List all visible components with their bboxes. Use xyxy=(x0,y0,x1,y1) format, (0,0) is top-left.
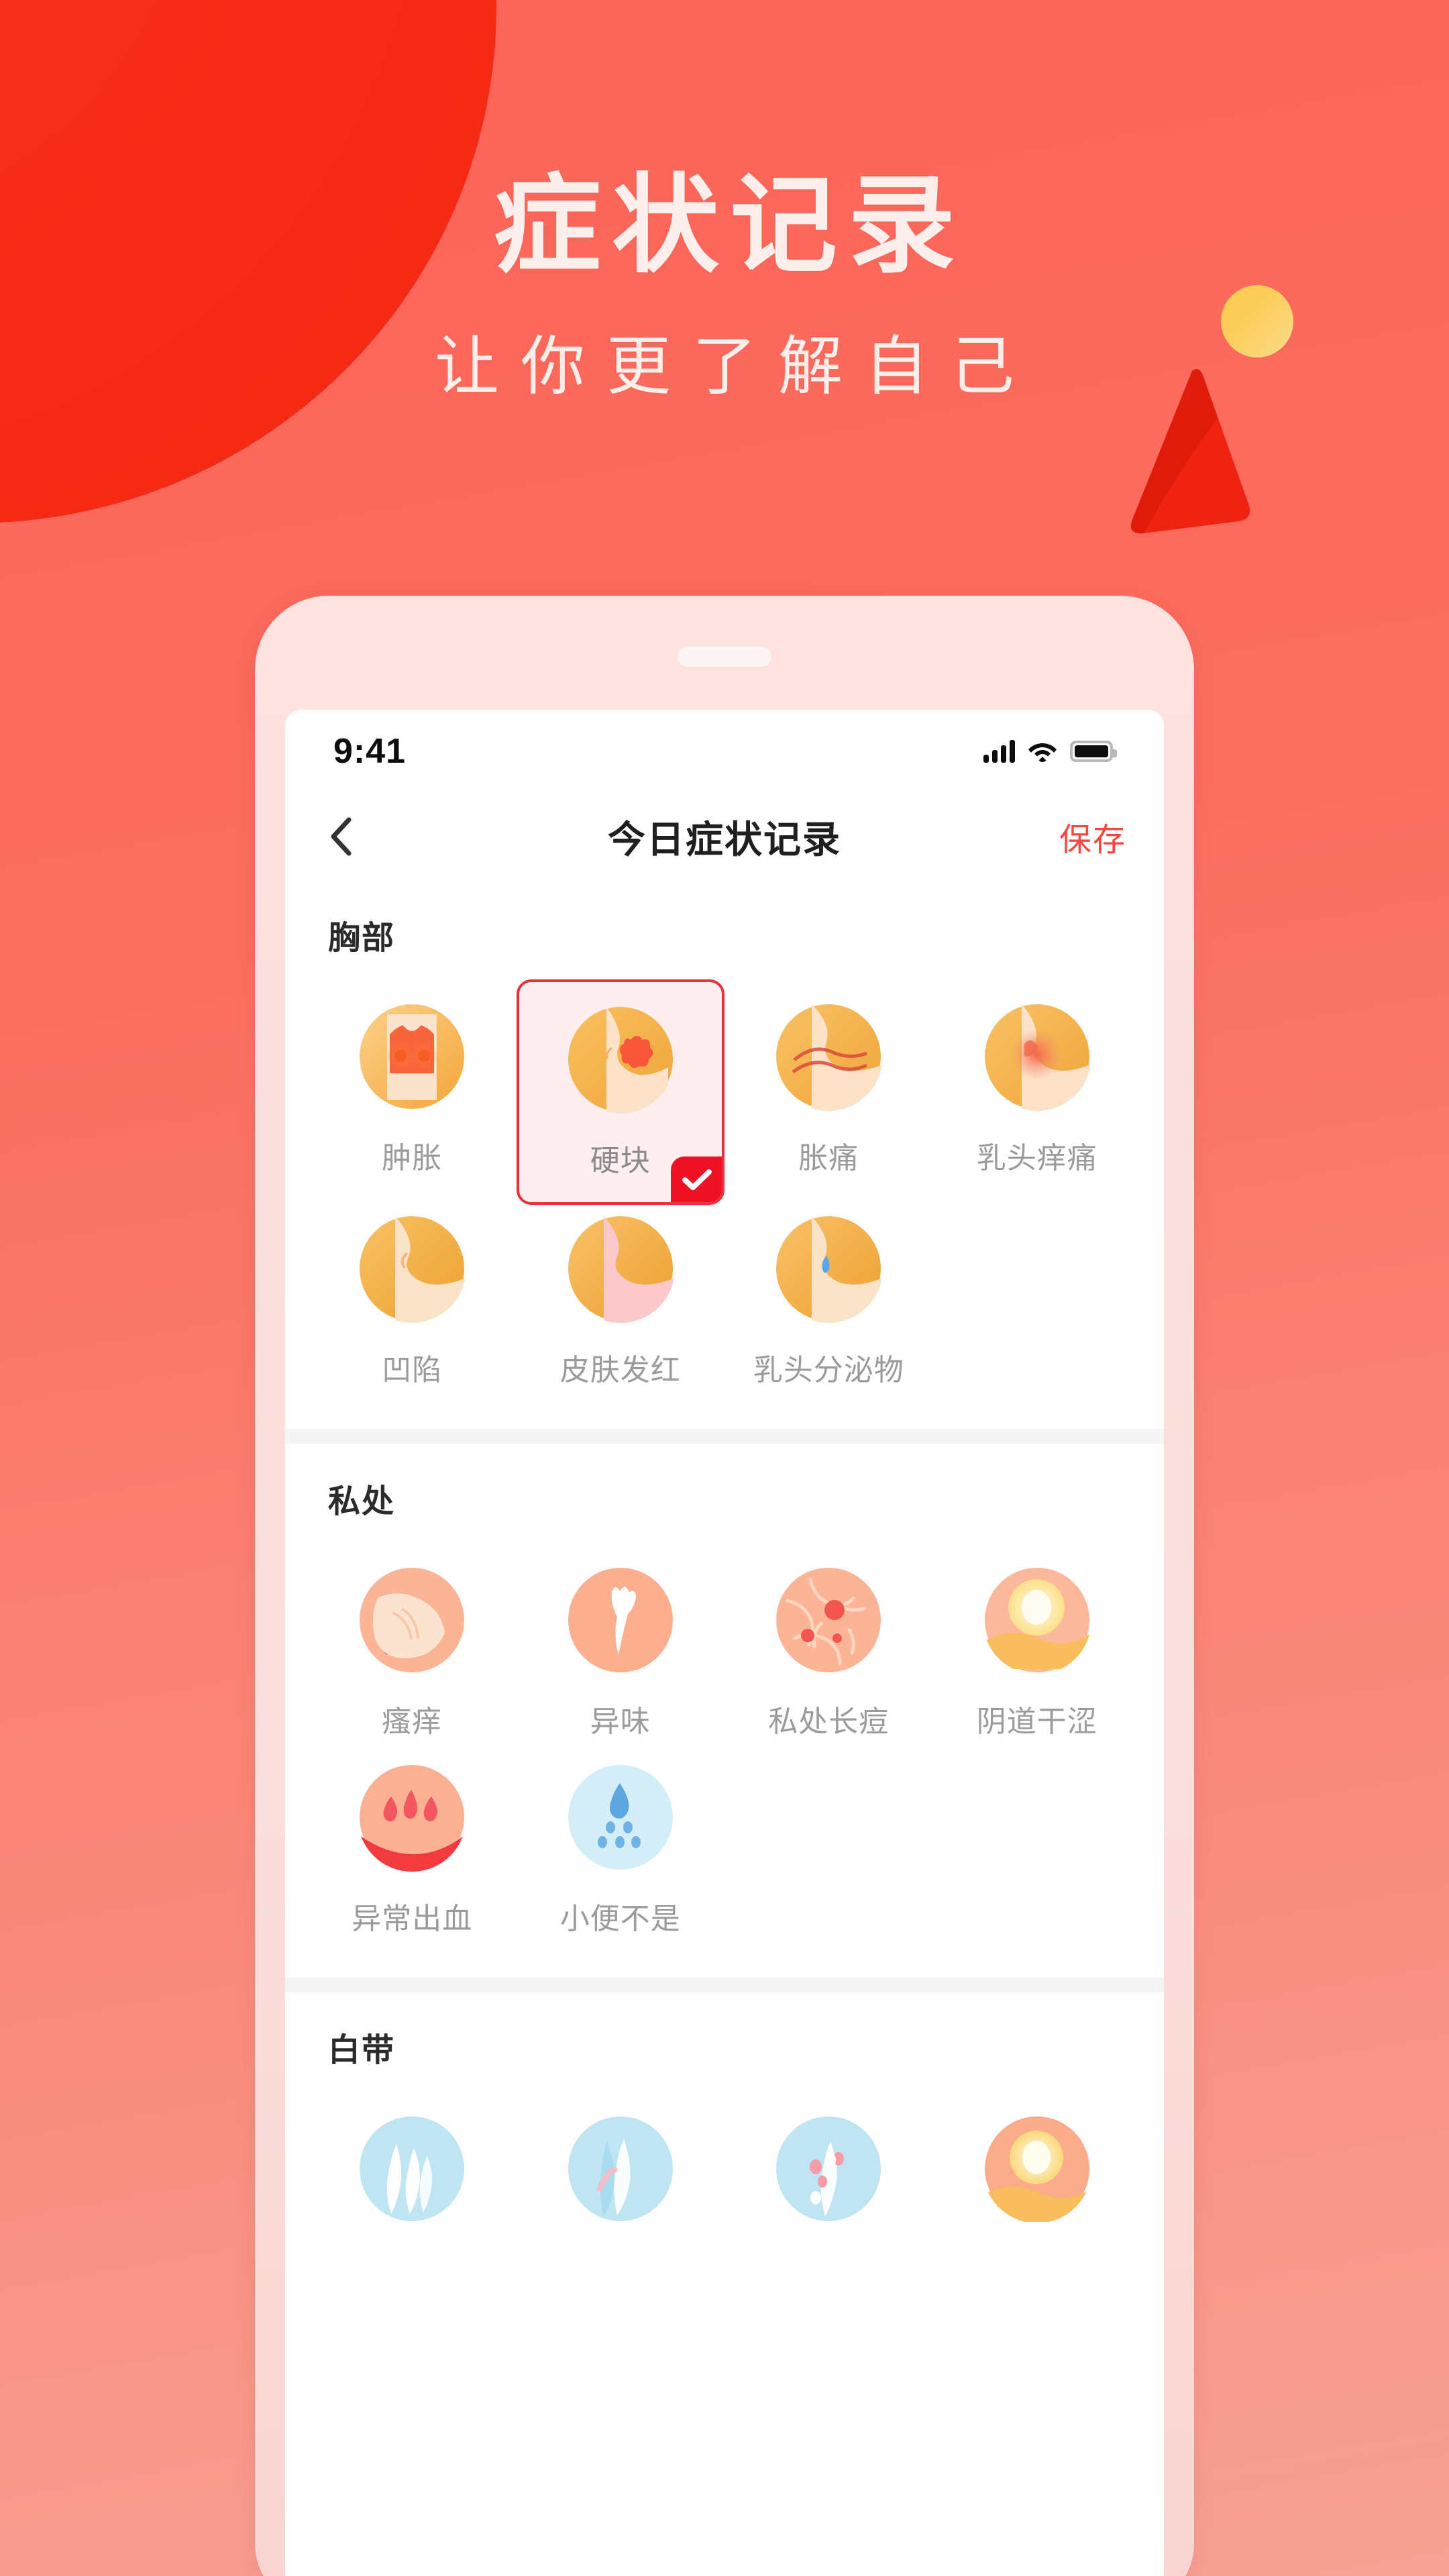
section-title-discharge: 白带 xyxy=(328,2033,396,2068)
symptom-content: 胸部 肿胀 硬块 胀痛 乳头痒痛 凹陷 皮肤发红 乳头分泌物 私处 瘙痒 异味 … xyxy=(285,880,1164,2246)
symptom-item-skin-redness[interactable]: 皮肤发红 xyxy=(517,1205,725,1402)
symptom-cell-empty xyxy=(933,1754,1142,1951)
discharge-yellow-icon xyxy=(983,2114,1091,2223)
symptom-item-swelling[interactable]: 肿胀 xyxy=(308,993,517,1205)
symptom-label: 阴道干涩 xyxy=(976,1705,1097,1738)
torso-swelling-icon xyxy=(358,1002,466,1111)
breast-lump-icon xyxy=(566,1005,675,1114)
symptom-item-discharge-yellow[interactable] xyxy=(933,2105,1142,2246)
abnormal-bleeding-icon xyxy=(358,1763,466,1872)
symptom-item-dimple[interactable]: 凹陷 xyxy=(308,1205,517,1402)
section-chest: 胸部 肿胀 硬块 胀痛 乳头痒痛 凹陷 皮肤发红 乳头分泌物 xyxy=(285,880,1164,1429)
save-button[interactable]: 保存 xyxy=(1059,813,1126,860)
genital-acne-icon xyxy=(774,1566,883,1674)
symptom-item-tightness[interactable]: 胀痛 xyxy=(724,993,933,1205)
symptom-item-discharge-stringy[interactable] xyxy=(517,2105,725,2246)
urination-issue-icon xyxy=(566,1763,675,1872)
nav-bar: 今日症状记录 保存 xyxy=(285,793,1164,880)
discharge-white-icon xyxy=(358,2114,466,2223)
symptom-cell-empty xyxy=(724,1754,933,1951)
odor-icon xyxy=(566,1566,675,1674)
breast-tightness-icon xyxy=(774,1002,883,1111)
symptom-item-dryness[interactable]: 阴道干涩 xyxy=(933,1556,1142,1754)
status-bar: 9:41 xyxy=(285,710,1164,793)
skin-redness-icon xyxy=(566,1214,675,1323)
symptom-item-bleeding[interactable]: 异常出血 xyxy=(308,1754,517,1951)
symptom-grid-chest: 肿胀 硬块 胀痛 乳头痒痛 凹陷 皮肤发红 乳头分泌物 xyxy=(285,979,1164,1402)
discharge-stringy-icon xyxy=(566,2114,675,2223)
symptom-label: 皮肤发红 xyxy=(559,1354,681,1387)
symptom-item-urination[interactable]: 小便不是 xyxy=(517,1754,725,1951)
phone-speaker xyxy=(678,647,771,667)
symptom-item-odor[interactable]: 异味 xyxy=(517,1556,725,1754)
symptom-label: 硬块 xyxy=(590,1144,651,1177)
promo-title: 症状记录 xyxy=(493,165,966,285)
symptom-label: 乳头分泌物 xyxy=(753,1354,904,1387)
symptom-grid-private: 瘙痒 异味 私处长痘 阴道干涩 异常出血 小便不是 xyxy=(285,1556,1164,1951)
signal-bars-icon xyxy=(983,740,1015,763)
section-discharge: 白带 xyxy=(285,1992,1164,2246)
section-private: 私处 瘙痒 异味 私处长痘 阴道干涩 异常出血 小便不是 xyxy=(285,1444,1164,1978)
nipple-itch-icon xyxy=(983,1002,1091,1111)
section-title-chest: 胸部 xyxy=(328,920,396,956)
back-button[interactable] xyxy=(317,813,364,860)
symptom-item-itching[interactable]: 瘙痒 xyxy=(308,1556,517,1754)
vaginal-dryness-icon xyxy=(983,1566,1091,1674)
symptom-label: 异味 xyxy=(590,1705,651,1738)
wifi-icon xyxy=(1028,743,1057,762)
symptom-label: 私处长痘 xyxy=(768,1705,890,1738)
battery-full-icon xyxy=(1070,741,1117,762)
symptom-item-lump[interactable]: 硬块 xyxy=(516,979,724,1205)
symptom-cell-empty xyxy=(933,1205,1142,1402)
promo-subtitle: 让你更了解自己 xyxy=(435,331,1036,402)
check-icon xyxy=(671,1157,722,1202)
symptom-label: 凹陷 xyxy=(382,1354,443,1387)
symptom-label: 小便不是 xyxy=(559,1902,681,1935)
promo-header: 症状记录 让你更了解自己 xyxy=(0,0,1449,407)
nipple-discharge-icon xyxy=(774,1214,883,1323)
symptom-item-discharge-spotted[interactable] xyxy=(724,2105,933,2246)
itching-hand-icon xyxy=(358,1566,466,1674)
section-title-private: 私处 xyxy=(328,1484,396,1519)
symptom-label: 胀痛 xyxy=(798,1142,859,1175)
chevron-left-icon xyxy=(331,817,352,856)
symptom-grid-discharge xyxy=(285,2105,1164,2246)
symptom-item-acne[interactable]: 私处长痘 xyxy=(724,1556,933,1754)
symptom-item-nipple-discharge[interactable]: 乳头分泌物 xyxy=(724,1205,933,1402)
symptom-label: 瘙痒 xyxy=(382,1705,443,1738)
phone-screen: 9:41 今日症状记录 保存 胸部 肿胀 硬块 胀痛 乳头痒痛 凹陷 皮肤发红 … xyxy=(285,710,1164,2576)
symptom-label: 乳头痒痛 xyxy=(976,1142,1097,1175)
discharge-spotted-icon xyxy=(774,2114,883,2223)
symptom-label: 肿胀 xyxy=(382,1142,443,1175)
symptom-item-nipple-itch[interactable]: 乳头痒痛 xyxy=(933,993,1142,1205)
page-title: 今日症状记录 xyxy=(608,818,841,861)
symptom-label: 异常出血 xyxy=(352,1902,473,1935)
phone-mockup: 9:41 今日症状记录 保存 胸部 肿胀 硬块 胀痛 乳头痒痛 凹陷 皮肤发红 … xyxy=(255,596,1194,2576)
status-time: 9:41 xyxy=(333,732,407,771)
status-icons xyxy=(983,740,1117,763)
symptom-item-discharge-white[interactable] xyxy=(308,2105,517,2246)
breast-dimple-icon xyxy=(358,1214,467,1323)
